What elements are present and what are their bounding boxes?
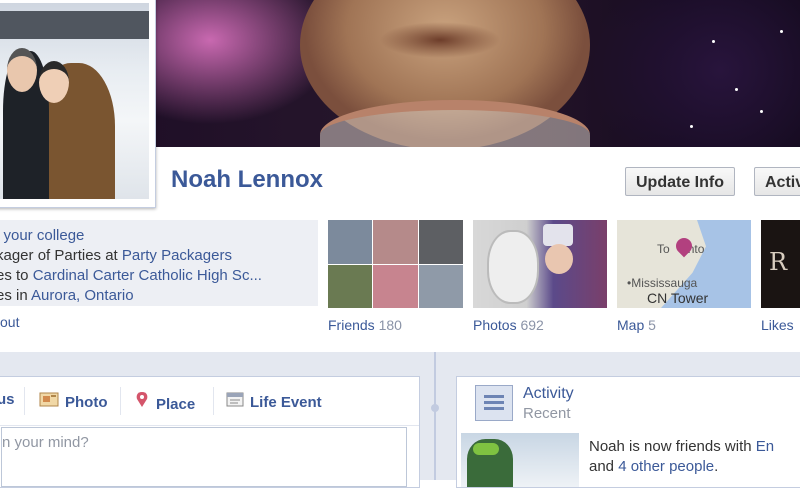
photo-astronaut: [487, 230, 539, 304]
info-location: es in Aurora, Ontario: [0, 287, 134, 304]
map-area: •Mississauga: [627, 276, 698, 290]
composer-tabbar: us Photo Place Life Event: [0, 377, 419, 426]
status-composer: us Photo Place Life Event n your mind?: [0, 376, 420, 488]
activity-friend-link[interactable]: En: [756, 438, 774, 455]
map-city-part1: To: [657, 242, 670, 256]
tab-life-event-label: Life Event: [250, 394, 322, 411]
activity-icon: [475, 385, 513, 421]
map-tile[interactable]: To nto •Mississauga CN Tower: [617, 220, 751, 308]
likes-tile[interactable]: R: [761, 220, 800, 308]
map-label-text: Map: [617, 317, 645, 333]
photos-tile[interactable]: [473, 220, 607, 308]
friend-thumb: [373, 220, 418, 264]
cover-star: [735, 88, 738, 91]
info-college[interactable]: l your college: [0, 227, 84, 244]
tab-divider: [24, 387, 25, 415]
tab-photo-label: Photo: [65, 394, 108, 411]
info-work-text: kager of Parties at: [0, 247, 122, 264]
info-school-text: es to: [0, 267, 29, 284]
timeline-spine-dot: [431, 404, 439, 412]
likes-label[interactable]: Likes: [761, 317, 794, 333]
info-work-link[interactable]: Party Packagers: [122, 247, 232, 264]
activity-photo[interactable]: [461, 433, 579, 487]
tab-photo[interactable]: Photo: [39, 391, 108, 411]
photo-face: [545, 244, 573, 274]
friends-label[interactable]: Friends 180: [328, 317, 402, 333]
recent-activity-box: Activity Recent Noah is now friends with…: [456, 376, 800, 488]
friend-thumb: [418, 220, 463, 264]
friends-count: 180: [378, 317, 402, 333]
friends-label-text: Friends: [328, 317, 375, 333]
info-college-link[interactable]: l your college: [0, 227, 84, 244]
place-icon: [134, 391, 150, 413]
tab-life-event[interactable]: Life Event: [226, 391, 322, 411]
cover-star: [690, 125, 693, 128]
friend-thumb: [418, 264, 463, 308]
profile-picture[interactable]: [0, 0, 156, 208]
status-placeholder: n your mind?: [2, 434, 89, 451]
tab-divider: [213, 387, 214, 415]
activity-log-button[interactable]: Activ: [754, 167, 800, 196]
map-landmark: CN Tower: [647, 290, 709, 306]
photos-label-text: Photos: [473, 317, 517, 333]
activity-text-end: .: [714, 458, 719, 475]
info-location-link[interactable]: Aurora, Ontario: [31, 287, 134, 304]
photo-fence: [0, 11, 149, 39]
photo-head: [7, 48, 37, 92]
tab-place[interactable]: Place: [134, 391, 195, 413]
likes-logo: R: [769, 248, 788, 276]
friend-thumb: [328, 264, 373, 308]
timeline-spine: [434, 352, 436, 480]
info-box: l your college kager of Parties at Party…: [0, 220, 318, 306]
friend-thumb: [328, 220, 373, 264]
activity-text: Noah is now friends with En and 4 other …: [589, 437, 774, 477]
photo-icon: [39, 391, 59, 411]
cover-star: [760, 110, 763, 113]
photos-label[interactable]: Photos 692: [473, 317, 544, 333]
profile-photo: [0, 3, 149, 199]
activity-text-mid: and: [589, 458, 619, 475]
activity-text-prefix: Noah is now friends with: [589, 438, 756, 455]
activity-subtitle: Recent: [523, 405, 571, 422]
photos-count: 692: [520, 317, 544, 333]
photo-hat: [543, 224, 573, 246]
profile-name[interactable]: Noah Lennox: [171, 166, 323, 194]
status-input[interactable]: n your mind?: [1, 427, 407, 487]
tab-status[interactable]: us: [0, 391, 15, 408]
info-location-text: es in: [0, 287, 28, 304]
activity-goggles: [473, 443, 499, 455]
cover-star: [780, 30, 783, 33]
cover-star: [712, 40, 715, 43]
friends-grid: [328, 220, 463, 308]
info-work: kager of Parties at Party Packagers: [0, 247, 232, 264]
tab-divider: [120, 387, 121, 415]
info-school-link[interactable]: Cardinal Carter Catholic High Sc...: [33, 267, 262, 284]
activity-others-link[interactable]: 4 other people: [618, 458, 714, 475]
friends-tile[interactable]: [328, 220, 463, 308]
about-link[interactable]: out: [0, 314, 19, 330]
activity-title[interactable]: Activity: [523, 385, 574, 403]
tab-place-label: Place: [156, 396, 196, 413]
info-school: es to Cardinal Carter Catholic High Sc..…: [0, 267, 262, 284]
photo-head: [39, 61, 69, 103]
update-info-button[interactable]: Update Info: [625, 167, 735, 196]
life-event-icon: [226, 391, 244, 411]
tab-status-label: us: [0, 391, 15, 408]
friend-thumb: [373, 264, 418, 308]
map-label[interactable]: Map 5: [617, 317, 656, 333]
map-count: 5: [648, 317, 656, 333]
